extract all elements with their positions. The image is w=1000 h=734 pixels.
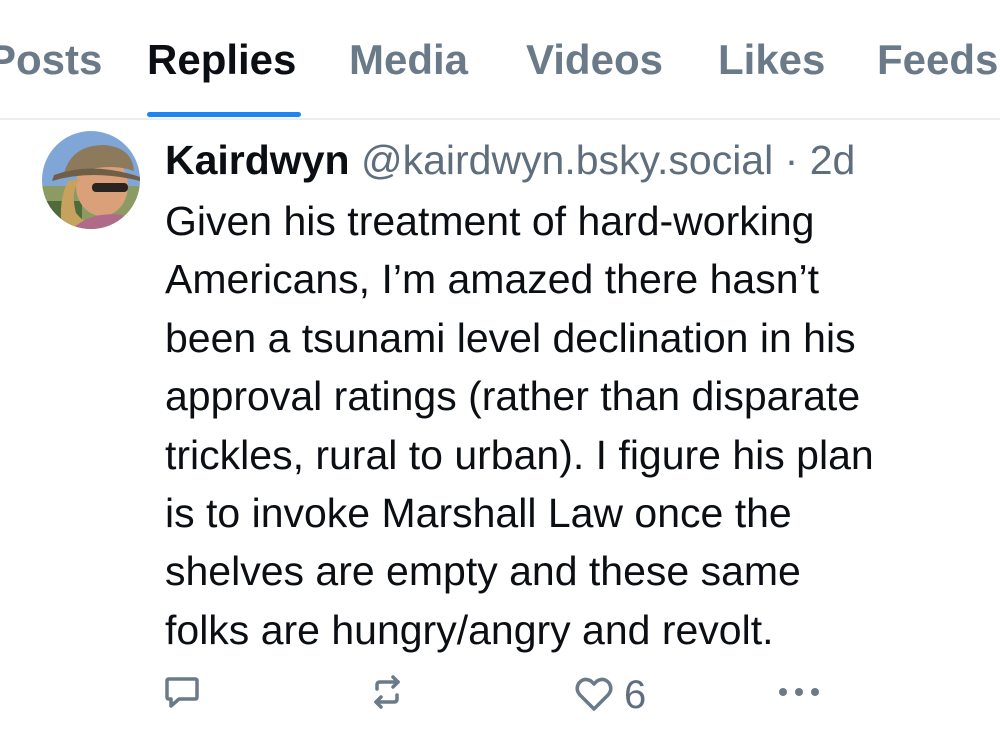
like-count: 6: [624, 673, 647, 717]
tab-replies[interactable]: Replies: [147, 36, 296, 84]
repost-icon: [374, 675, 400, 709]
post-text-line: folks are hungry/angry and revolt.: [165, 606, 774, 653]
avatar[interactable]: [42, 131, 140, 229]
post-text-line: trickles, rural to urban). I figure his …: [165, 431, 874, 478]
more-icon: [779, 688, 819, 696]
post-text-line: Americans, I’m amazed there hasn’t: [165, 256, 819, 303]
post-text[interactable]: Given his treatment of hard-working Amer…: [165, 192, 985, 659]
author-handle[interactable]: @kairdwyn.bsky.social: [361, 137, 773, 183]
tab-media[interactable]: Media: [349, 36, 468, 84]
post-text-line: approval ratings (rather than disparate: [165, 373, 861, 420]
reply-icon: [165, 677, 199, 708]
tab-feeds[interactable]: Feeds: [877, 36, 998, 84]
post-text-line: Given his treatment of hard-working: [165, 198, 815, 244]
tab-videos[interactable]: Videos: [526, 36, 663, 84]
reply-button[interactable]: [163, 673, 201, 711]
post-header: Kairdwyn @kairdwyn.bsky.social · 2d: [165, 136, 855, 184]
header-separator: ·: [784, 137, 799, 183]
tab-posts[interactable]: Posts: [0, 36, 102, 84]
tab-likes[interactable]: Likes: [718, 36, 825, 84]
repost-button[interactable]: [368, 673, 406, 711]
post-actions: 6: [0, 665, 1000, 725]
like-button[interactable]: 6: [574, 673, 646, 717]
avatar-image: [42, 131, 140, 229]
heart-icon: [575, 677, 613, 711]
more-options-button[interactable]: [776, 673, 822, 711]
post-timestamp[interactable]: 2d: [810, 137, 856, 183]
post-text-line: shelves are empty and these same: [165, 548, 801, 595]
profile-tab-bar: Posts Replies Media Videos Likes Feeds: [0, 0, 1000, 120]
post-text-line: been a tsunami level declination in his: [165, 314, 856, 361]
author-display-name[interactable]: Kairdwyn: [165, 137, 350, 183]
post-text-line: is to invoke Marshall Law once the: [165, 490, 792, 537]
active-tab-indicator: [147, 112, 301, 117]
